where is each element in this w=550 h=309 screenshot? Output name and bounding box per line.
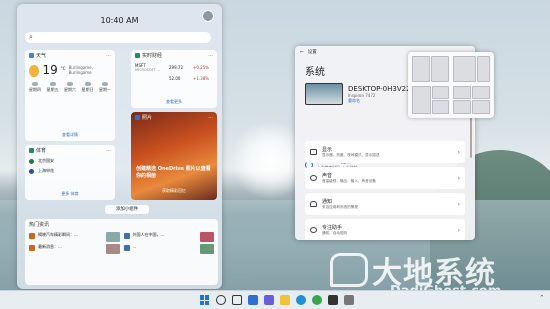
photos-link[interactable]: 获取精彩回忆 bbox=[131, 188, 217, 194]
widgets-icon[interactable] bbox=[248, 295, 258, 305]
stock-row[interactable]: MSFT MICROSOFT ... 299.72 +0.25% bbox=[131, 61, 217, 74]
settings-row-focus-assist[interactable]: 专注助手 通知、自动规则 › bbox=[305, 219, 465, 240]
sports-app-icon bbox=[29, 148, 34, 153]
weather-unit: °C bbox=[60, 66, 66, 71]
snap-layout-quarters[interactable] bbox=[453, 85, 490, 114]
sports-header: 体育 bbox=[36, 148, 47, 154]
sunny-icon bbox=[29, 65, 40, 77]
team-logo-icon bbox=[29, 168, 34, 174]
photos-app-icon bbox=[135, 115, 140, 120]
chevron-right-icon: › bbox=[457, 200, 460, 208]
more-icon[interactable]: ··· bbox=[208, 53, 213, 59]
news-thumbnail bbox=[105, 244, 120, 254]
snap-layout-halves[interactable] bbox=[412, 56, 449, 82]
team-row: 上海申花 bbox=[25, 166, 115, 176]
chevron-right-icon: › bbox=[457, 174, 460, 182]
cloud-icon bbox=[49, 82, 56, 86]
photos-caption: 创建精选 OneDrive 照片以查看你的相册 bbox=[136, 166, 211, 179]
weather-widget[interactable]: 天气 ··· 19 °C Burlingame, Burlingame 星期四 … bbox=[25, 50, 115, 141]
team-row: 北京国安 bbox=[25, 156, 115, 166]
chat-icon[interactable] bbox=[264, 295, 274, 305]
cloud-icon bbox=[102, 82, 108, 86]
stock-row[interactable]: 52.00 +1.38% bbox=[131, 74, 217, 83]
settings-row-display[interactable]: 显示 显示器、亮度、夜间模式、显示描述 › bbox=[305, 141, 465, 163]
more-icon[interactable]: ··· bbox=[208, 115, 213, 121]
forecast-day: 星期日 bbox=[82, 82, 94, 93]
sports-link[interactable]: 更多 体育 bbox=[25, 191, 115, 197]
news-thumbnail bbox=[200, 244, 214, 254]
store-icon[interactable] bbox=[328, 295, 338, 305]
weather-app-icon bbox=[29, 53, 34, 58]
chevron-right-icon: › bbox=[457, 148, 460, 156]
sports-widget[interactable]: 体育 ··· 北京国安 上海申花 更多 体育 bbox=[25, 145, 115, 200]
news-item[interactable]: 最新消息：... bbox=[29, 244, 120, 254]
tray-overflow-icon[interactable]: ^ bbox=[540, 295, 544, 301]
cloud-icon bbox=[84, 82, 91, 86]
forecast-day: 星期一 bbox=[99, 82, 111, 93]
news-item[interactable]: 揭晓汽车精彩瞬间：... bbox=[29, 232, 120, 242]
stocks-header: 实时财经 bbox=[142, 53, 163, 59]
photos-widget[interactable]: 照片 ··· 创建精选 OneDrive 照片以查看你的相册 获取精彩回忆 bbox=[131, 112, 217, 200]
search-icon[interactable] bbox=[216, 295, 226, 305]
finance-app-icon bbox=[135, 53, 140, 58]
device-info: DESKTOP-0H3V22M Inspiron 7472 重命名 bbox=[305, 83, 417, 105]
photos-header: 照片 bbox=[142, 115, 153, 121]
rename-link[interactable]: 重命名 bbox=[348, 98, 360, 103]
chrome-icon[interactable] bbox=[312, 295, 322, 305]
search-input[interactable]: ⌕ bbox=[25, 32, 211, 43]
watermark-logo-icon bbox=[330, 253, 368, 287]
back-icon[interactable]: ← bbox=[300, 50, 304, 55]
task-view-icon[interactable] bbox=[232, 295, 242, 305]
file-explorer-icon[interactable] bbox=[280, 295, 290, 305]
settings-window-title: 设置 bbox=[307, 50, 317, 55]
snap-layout-three[interactable] bbox=[412, 85, 449, 114]
moon-icon bbox=[310, 227, 317, 233]
news-header: 热门资讯 bbox=[29, 222, 50, 228]
cloud-icon bbox=[67, 82, 73, 86]
windows-start-icon[interactable] bbox=[200, 295, 210, 305]
news-source-icon bbox=[123, 233, 130, 239]
settings-row-sound[interactable]: 声音 音量级别、输出、输入、声音设备 › bbox=[305, 167, 465, 189]
chevron-right-icon: › bbox=[457, 226, 460, 234]
display-icon bbox=[310, 149, 317, 155]
stocks-widget[interactable]: 实时财经 ··· MSFT MICROSOFT ... 299.72 +0.25%… bbox=[131, 50, 217, 108]
weather-location: Burlingame, Burlingame bbox=[68, 65, 93, 75]
news-thumbnail bbox=[200, 232, 214, 242]
more-icon[interactable]: ··· bbox=[106, 53, 111, 59]
more-icon[interactable]: ··· bbox=[106, 148, 111, 154]
forecast-day: 星期五 bbox=[47, 82, 59, 93]
news-item[interactable]: ... bbox=[123, 244, 214, 254]
news-source-icon bbox=[29, 245, 35, 251]
settings-icon[interactable] bbox=[344, 295, 354, 305]
weather-temp: 19 bbox=[42, 63, 58, 77]
news-source-icon bbox=[29, 233, 35, 239]
edge-browser-icon[interactable] bbox=[296, 295, 306, 305]
stocks-link[interactable]: 查看更多 bbox=[131, 99, 217, 105]
sound-icon bbox=[310, 175, 317, 181]
forecast-day: 星期六 bbox=[64, 82, 76, 93]
news-item[interactable]: 外国人在中国，... bbox=[123, 232, 214, 242]
team-logo-icon bbox=[29, 158, 34, 164]
page-title: 系统 bbox=[305, 67, 325, 78]
widgets-panel: 10:40 AM ⌕ 天气 ··· 19 °C Burlingame, Burl… bbox=[17, 4, 222, 289]
snap-layout-two-thirds[interactable] bbox=[453, 56, 490, 82]
weather-header: 天气 bbox=[36, 53, 47, 59]
news-source-icon bbox=[123, 245, 130, 251]
device-thumbnail bbox=[305, 83, 343, 105]
widgets-time: 10:40 AM bbox=[100, 16, 139, 25]
device-name: DESKTOP-0H3V22M bbox=[348, 85, 417, 93]
weather-link[interactable]: 查看详情 bbox=[25, 132, 115, 138]
add-widgets-button[interactable]: 添加小组件 bbox=[105, 205, 149, 214]
avatar[interactable] bbox=[202, 10, 214, 22]
cloud-icon bbox=[32, 82, 38, 86]
forecast-day: 星期四 bbox=[29, 82, 41, 93]
bell-icon bbox=[310, 201, 317, 207]
settings-row-notifications[interactable]: 通知 来自应用和系统的警报 › bbox=[305, 193, 465, 215]
search-icon: ⌕ bbox=[29, 33, 33, 41]
taskbar: ^ bbox=[0, 290, 550, 309]
news-feed[interactable]: 热门资讯 揭晓汽车精彩瞬间：... 外国人在中国，... 最新消息：... ..… bbox=[25, 219, 218, 285]
news-thumbnail bbox=[105, 232, 120, 242]
system-tray[interactable]: ^ bbox=[540, 295, 544, 301]
snap-layouts-flyout bbox=[408, 52, 494, 118]
